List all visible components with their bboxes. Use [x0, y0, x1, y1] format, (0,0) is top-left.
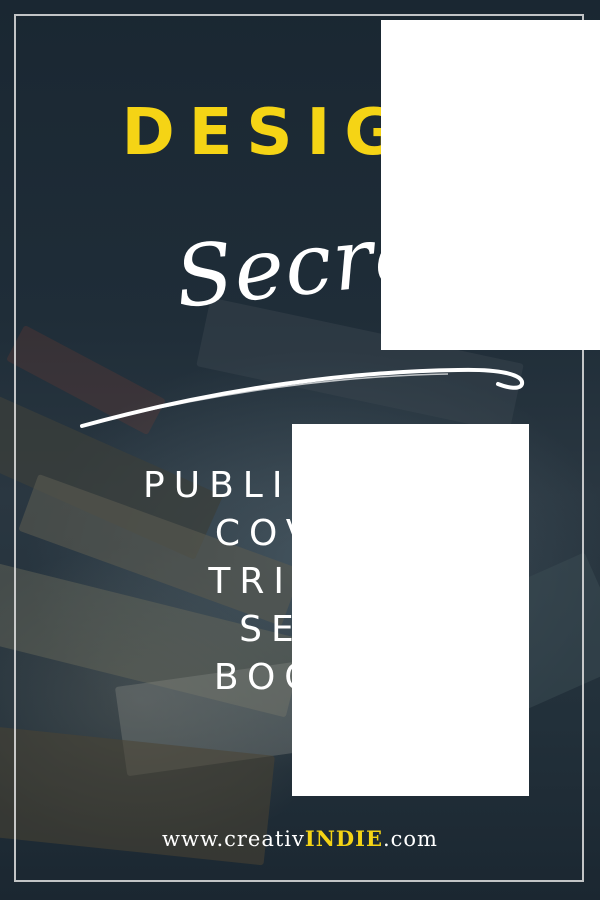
website-footer[interactable]: www.creativINDIE.com [0, 826, 600, 851]
url-suffix: .com [382, 827, 438, 851]
url-highlight: INDIE [304, 826, 383, 851]
poster: DESIGN Secrets PUBLISHERS COVER TRICKS S… [0, 0, 600, 900]
url-prefix: www.creativ [162, 827, 305, 851]
redaction-block [381, 20, 600, 350]
redaction-block [292, 424, 529, 796]
